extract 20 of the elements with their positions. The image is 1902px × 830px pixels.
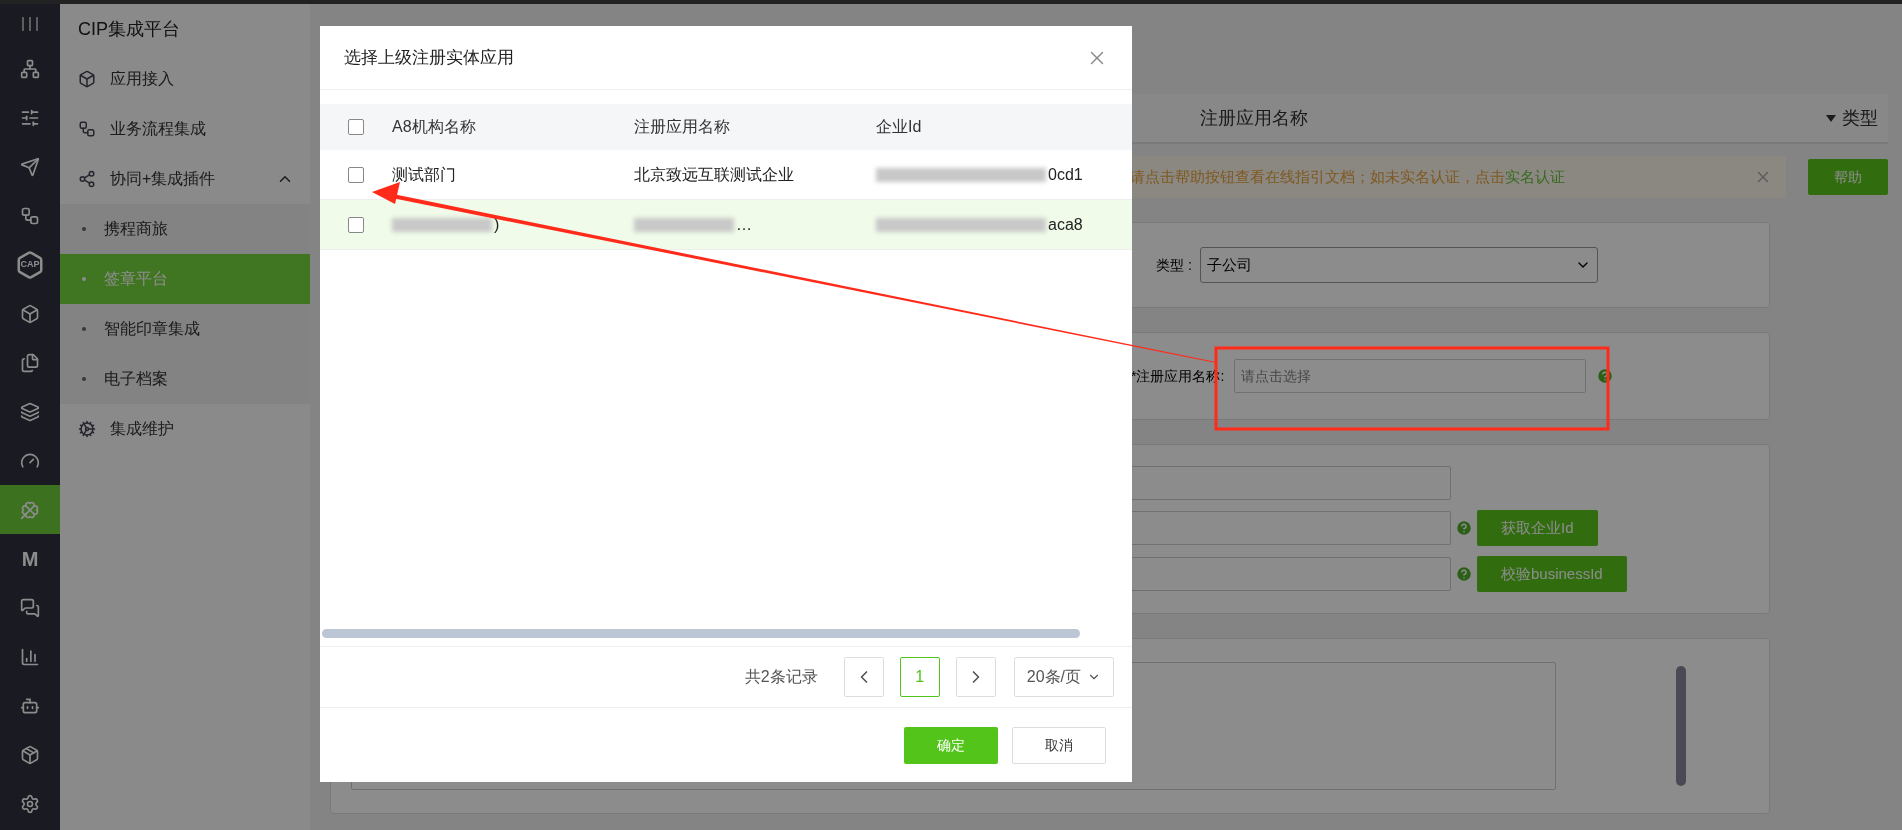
- column-header: 企业Id: [876, 118, 922, 135]
- rail-label: CAP: [20, 257, 40, 271]
- menu-label: 协同+集成插件: [110, 169, 217, 189]
- record-count: 共2条记录: [744, 667, 818, 687]
- table-cell-text: ): [494, 214, 500, 235]
- table-cell-text: 0cd1: [1048, 164, 1083, 185]
- column-header: 注册应用名称: [1200, 106, 1308, 130]
- table-cell-text: aca8: [1048, 214, 1083, 235]
- column-header: 注册应用名称: [634, 118, 730, 135]
- column-header: A8机构名称: [392, 118, 476, 135]
- table-cell-text: 北京致远互联测试企业: [634, 164, 794, 185]
- menu-label: 业务流程集成: [110, 119, 207, 139]
- rail-label: M: [21, 546, 39, 572]
- menu-label: 应用接入: [110, 69, 175, 89]
- table-cell-text: …: [736, 214, 752, 235]
- sidebar-title: CIP集成平台: [77, 17, 181, 41]
- menu-label: 集成维护: [110, 419, 175, 439]
- dialog-title: 选择上级注册实体应用: [344, 46, 514, 69]
- table-cell-text: 测试部门: [392, 164, 456, 185]
- field-label: 类型 :: [1156, 255, 1192, 275]
